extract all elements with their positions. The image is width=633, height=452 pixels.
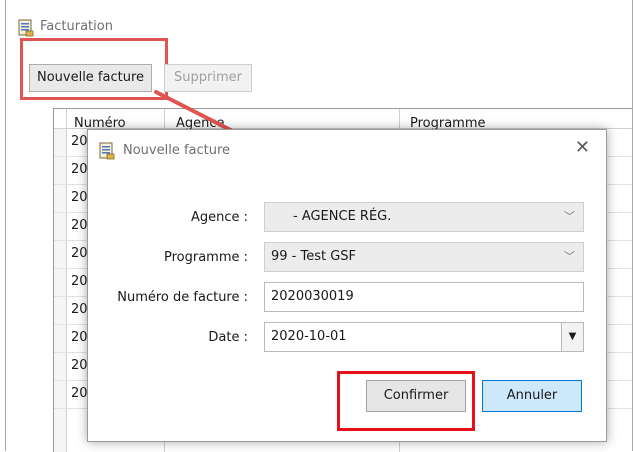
date-value: 2020-10-01	[271, 329, 347, 344]
agence-label: Agence :	[190, 210, 248, 225]
date-label: Date :	[208, 330, 248, 345]
invoice-number-field[interactable]: 2020030019	[264, 282, 584, 312]
new-invoice-dialog: Nouvelle facture ✕ Agence : - AGENCE RÉG…	[87, 129, 607, 442]
programme-value: 99 - Test GSF	[271, 249, 357, 264]
new-invoice-button[interactable]: Nouvelle facture	[29, 64, 152, 92]
invoice-number-label: Numéro de facture :	[117, 290, 248, 305]
grid-header: Numéro Agence Programme	[54, 109, 632, 131]
window-title: Facturation	[40, 19, 113, 34]
agence-select[interactable]: - AGENCE RÉG. ﹀	[264, 202, 584, 232]
document-list-icon	[99, 142, 115, 160]
chevron-down-icon: ﹀	[564, 210, 575, 223]
agence-value: - AGENCE RÉG.	[293, 209, 392, 224]
invoice-number-value: 2020030019	[271, 289, 354, 304]
close-icon[interactable]: ✕	[575, 139, 590, 157]
confirm-button[interactable]: Confirmer	[366, 380, 466, 412]
chevron-down-icon: ﹀	[564, 250, 575, 263]
programme-select[interactable]: 99 - Test GSF ﹀	[264, 242, 584, 272]
cancel-button[interactable]: Annuler	[482, 380, 582, 412]
delete-button[interactable]: Supprimer	[164, 64, 252, 92]
title-bar: Facturation	[6, 0, 632, 40]
document-list-icon	[18, 19, 34, 37]
date-picker[interactable]: 2020-10-01 ▼	[264, 322, 584, 352]
dropdown-arrow-icon[interactable]: ▼	[561, 323, 583, 351]
dialog-title: Nouvelle facture	[123, 143, 231, 158]
programme-label: Programme :	[163, 250, 248, 265]
